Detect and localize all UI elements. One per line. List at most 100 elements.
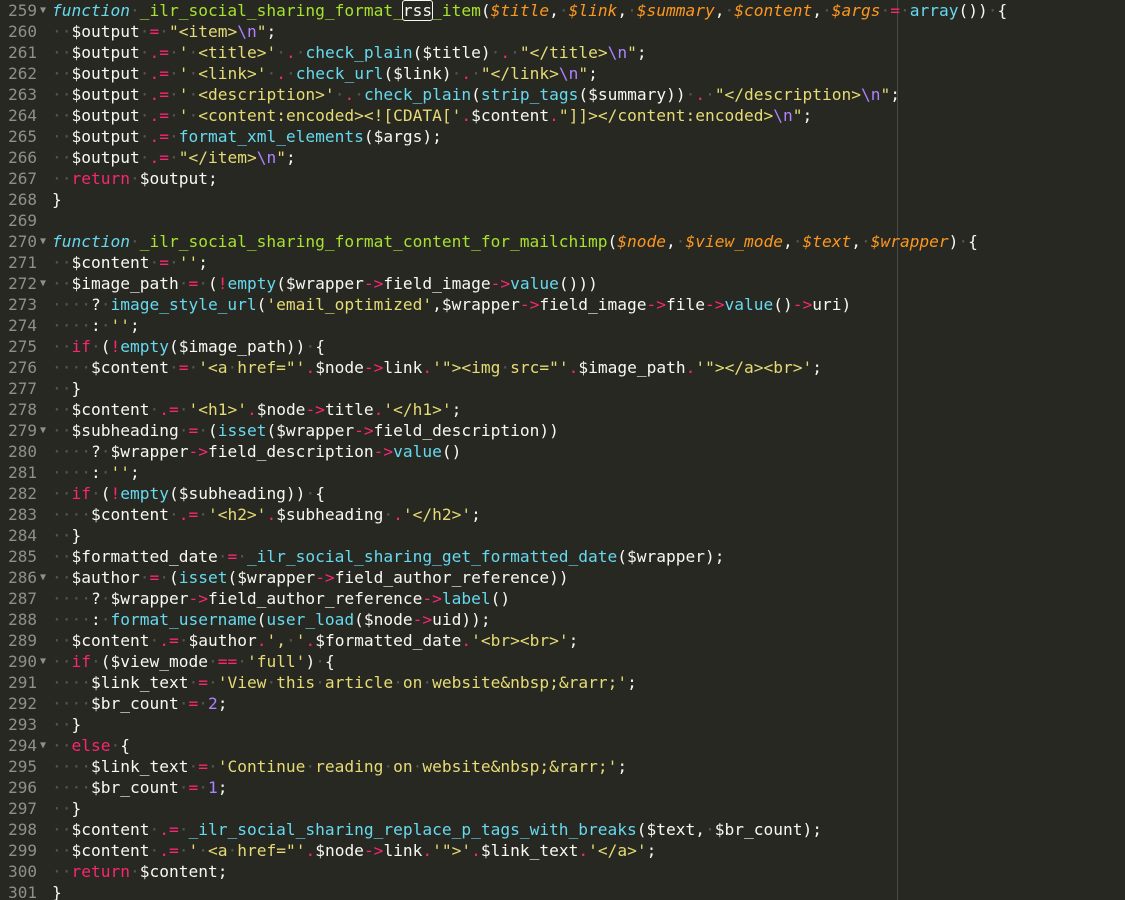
code-token: · [383,757,394,776]
code-area[interactable]: function·_ilr_social_sharing_format_rss_… [52,0,1125,900]
code-token: label [441,589,491,608]
line-number: 276 [8,358,37,377]
code-token: . [393,505,403,524]
code-token: ! [217,274,228,293]
code-token: check_plain [363,85,472,104]
code-line[interactable]: ··$output·.=·"</item>\n"; [52,147,296,168]
code-token: '</a>' [588,841,647,860]
code-line[interactable]: ····$link_text·=·'View·this·article·on·w… [52,672,637,693]
code-token: $output [71,148,140,167]
code-token: ? [90,295,101,314]
code-line[interactable]: ····:·format_username(user_load($node->u… [52,609,491,630]
code-token: empty [120,337,169,356]
code-line[interactable]: ··} [52,798,81,819]
code-line[interactable]: ··$output·.=·'·<content:encoded><![CDATA… [52,105,812,126]
code-token: '<br><br>' [471,631,569,650]
code-token: file [666,295,706,314]
code-line[interactable]: ··$subheading·=·(isset($wrapper->field_d… [52,420,559,441]
code-line[interactable]: ··$output·.=·'·<description>'·.·check_pl… [52,84,900,105]
code-token: = [198,757,208,776]
code-line[interactable]: ··if·(!empty($image_path))·{ [52,336,325,357]
code-token: reading [315,757,384,776]
code-line[interactable]: function·_ilr_social_sharing_format_cont… [52,231,978,252]
code-token: field_description [207,442,374,461]
code-line[interactable]: ····$content·=·'<a·href="'.$node->link.'… [52,357,822,378]
code-token: · [295,43,306,62]
code-line[interactable]: ··return·$content; [52,861,227,882]
code-line[interactable]: ··else·{ [52,735,130,756]
code-line[interactable]: ····?·$wrapper->field_description->value… [52,441,461,462]
line-number: 270 [8,232,37,251]
code-line[interactable]: } [52,189,62,210]
code-token: field_image [383,274,491,293]
code-line[interactable]: ··$output·.=·'·<link>'·.·check_url($link… [52,63,598,84]
chevron-down-icon[interactable]: ▼ [38,420,48,441]
code-token: ·· [52,631,72,650]
code-token: if [71,652,92,671]
code-token: _ilr_social_sharing_format_content_for_m… [139,232,608,251]
code-token: · [315,652,325,671]
code-token: · [149,253,160,272]
code-token: ; [646,841,657,860]
code-token: ; [890,85,900,104]
code-line[interactable]: function·_ilr_social_sharing_format_rss_… [52,0,1007,21]
code-token: $content [90,358,169,377]
code-line[interactable]: ····$br_count·=·1; [52,777,227,798]
code-line[interactable]: ··$content·.=·'·<a·href="'.$node->link.'… [52,840,656,861]
code-line[interactable]: ····:·''; [52,462,140,483]
code-line[interactable]: ··$formatted_date·=·_ilr_social_sharing_… [52,546,724,567]
chevron-down-icon[interactable]: ▼ [38,567,48,588]
code-token: rss [401,0,434,21]
code-token: ·· [52,652,72,671]
code-token: . [422,841,433,860]
code-token: ( [471,85,481,104]
code-line[interactable]: ····$br_count·=·2; [52,693,227,714]
code-line[interactable]: ··$content·=·''; [52,252,208,273]
code-token: , [617,1,628,20]
code-line[interactable]: ··if·($view_mode·==·'full')·{ [52,651,335,672]
code-token: function [52,1,130,20]
code-line[interactable]: ··$content·.=·_ilr_social_sharing_replac… [52,819,822,840]
code-line[interactable]: ····?·image_style_url('email_optimized',… [52,294,851,315]
code-token: · [285,631,296,650]
code-line[interactable]: ··$output·.=·'·<title>'·.·check_plain($t… [52,42,647,63]
chevron-down-icon[interactable]: ▼ [38,273,48,294]
code-line[interactable]: ··} [52,714,81,735]
chevron-down-icon[interactable]: ▼ [38,735,48,756]
chevron-down-icon[interactable]: ▼ [38,0,48,21]
code-token: article [324,673,394,692]
code-token: ; [802,106,813,125]
code-line[interactable]: ··$author·=·(isset($wrapper->field_autho… [52,567,569,588]
code-line[interactable]: ··return·$output; [52,168,218,189]
code-line[interactable]: ··$image_path·=·(!empty($wrapper->field_… [52,273,598,294]
code-token: $node [315,358,364,377]
code-token: · [899,1,910,20]
code-token: ? [90,589,101,608]
line-number: 262 [8,64,37,83]
chevron-down-icon[interactable]: ▼ [38,231,48,252]
code-token: "</item> [178,148,257,167]
code-line[interactable]: ··$output·=·"<item>\n"; [52,21,276,42]
code-line[interactable]: ··} [52,525,81,546]
code-token: '"></a><br>' [695,358,813,377]
code-token: $content [71,820,150,839]
code-editor[interactable]: 259 ▼ 260 261 262 263 264 265 266 267 268 269 270 ▼ 27… [0,0,1125,900]
code-token: ; [207,169,218,188]
code-line[interactable]: } [52,882,62,900]
code-token: <description>' [198,85,335,104]
code-line[interactable]: ····$content·.=·'<h2>'.$subheading·.'</h… [52,504,481,525]
chevron-down-icon[interactable]: ▼ [38,651,48,672]
code-line[interactable]: ····?·$wrapper->field_author_reference->… [52,588,510,609]
code-line[interactable]: ····$link_text·=·'Continue·reading·on·we… [52,756,627,777]
code-line[interactable]: ··if·(!empty($subheading))·{ [52,483,325,504]
code-line[interactable]: ··$output·.=·format_xml_elements($args); [52,126,442,147]
code-token: , [851,232,861,251]
code-line[interactable]: ····:·''; [52,315,140,336]
code-token: . [285,43,296,62]
code-line[interactable]: ··} [52,378,81,399]
code-line[interactable]: ··$content·.=·'<h1>'.$node->title.'</h1>… [52,399,461,420]
code-token: -> [490,274,511,293]
code-line[interactable]: ··$content·.=·$author.',·'.$formatted_da… [52,630,578,651]
code-token: \n [607,43,628,62]
code-token: _ilr_social_sharing_get_formatted_date [246,547,618,566]
